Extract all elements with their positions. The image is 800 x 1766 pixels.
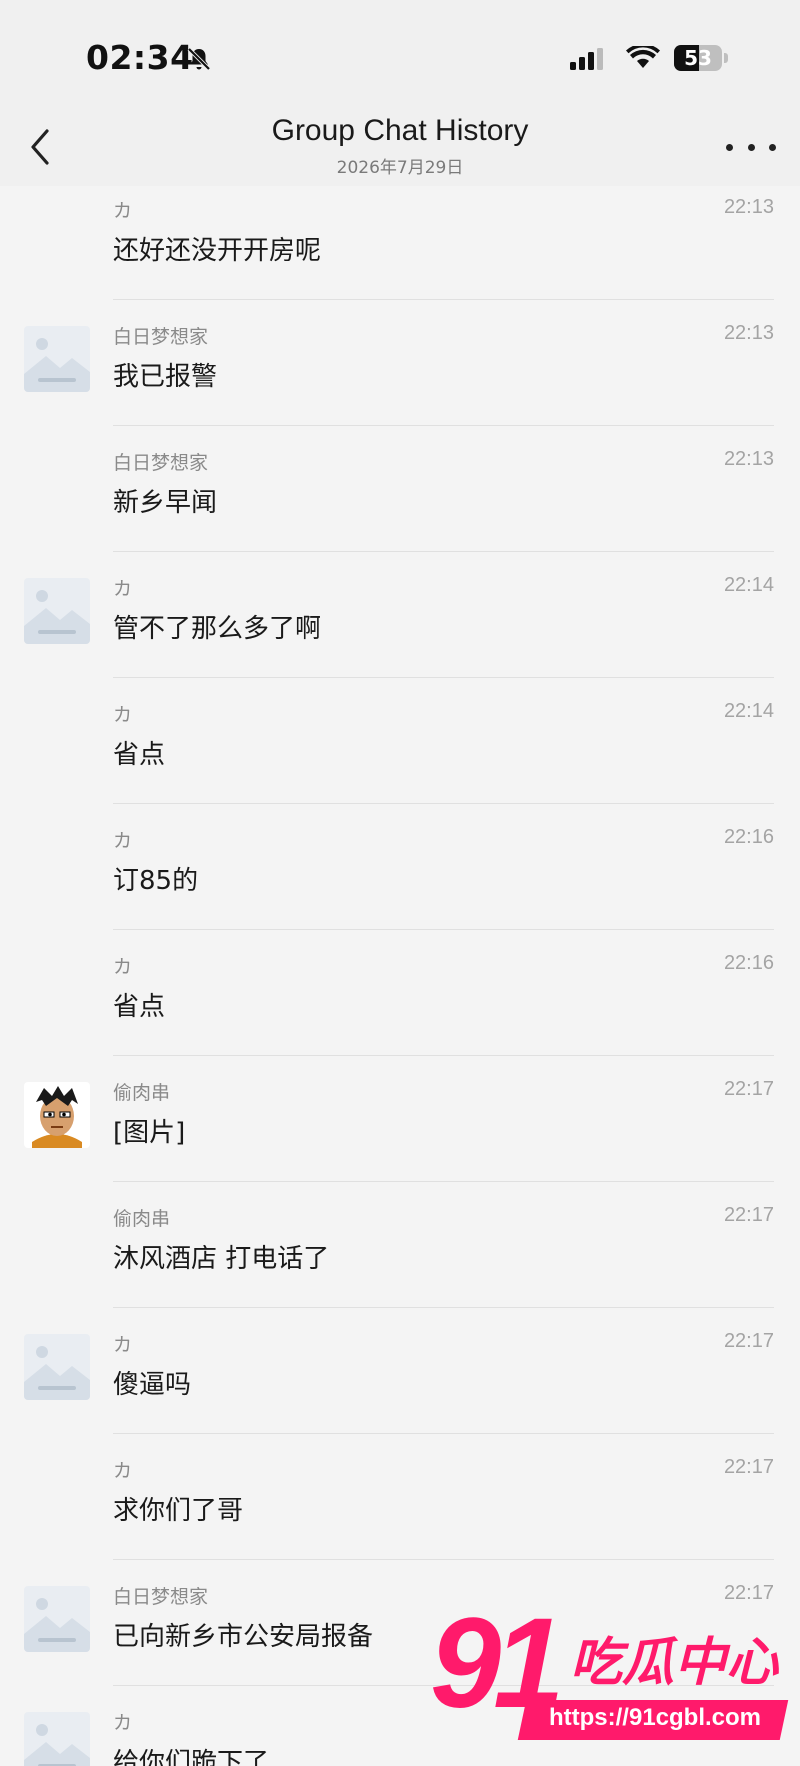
message-sender: カ <box>113 578 133 600</box>
message-sender: 白日梦想家 <box>113 452 209 474</box>
nav-bar: Group Chat History 2026年7月29日 <box>0 110 800 187</box>
page-title: Group Chat History <box>271 114 529 147</box>
message-time: 22:17 <box>723 1456 774 1478</box>
message-sender: 偷肉串 <box>113 1082 171 1104</box>
watermark-url: https://91cgbl.com <box>548 1704 762 1731</box>
message-sender: カ <box>113 830 133 852</box>
message-text: 还好还没开开房呢 <box>113 236 322 266</box>
status-bar: 02:34 53 <box>0 0 800 110</box>
message-sender: 白日梦想家 <box>113 326 209 348</box>
message-sender: カ <box>113 704 133 726</box>
message-item[interactable]: カ 22:17 傻逼吗 <box>0 1308 800 1434</box>
avatar-placeholder[interactable] <box>24 1586 90 1652</box>
message-item[interactable]: カ 22:17 求你们了哥 <box>0 1434 800 1560</box>
bell-off-icon <box>187 47 211 71</box>
message-text: 订85的 <box>113 866 199 896</box>
page-subtitle: 2026年7月29日 <box>336 158 464 178</box>
message-item[interactable]: カ 22:16 订85的 <box>0 804 800 930</box>
message-time: 22:17 <box>723 1204 774 1226</box>
more-button[interactable] <box>726 132 776 162</box>
message-time: 22:14 <box>723 574 774 596</box>
message-text: 给你们跪下了 <box>113 1748 270 1766</box>
message-time: 22:16 <box>723 826 774 848</box>
battery-cap <box>724 53 728 63</box>
message-time: 22:13 <box>723 322 774 344</box>
message-text: 新乡早闻 <box>113 488 218 518</box>
message-text: 沐风酒店 打电话了 <box>113 1244 330 1274</box>
more-dots-icon <box>726 143 733 151</box>
message-text: 管不了那么多了啊 <box>113 614 322 644</box>
status-time: 02:34 <box>86 38 194 77</box>
avatar-placeholder[interactable] <box>24 578 90 644</box>
message-sender: 偷肉串 <box>113 1208 171 1230</box>
message-sender: カ <box>113 200 133 222</box>
message-item[interactable]: カ 22:13 还好还没开开房呢 <box>0 186 800 300</box>
message-text: 已向新乡市公安局报备 <box>113 1622 374 1652</box>
message-item[interactable]: カ 22:14 省点 <box>0 678 800 804</box>
message-text: 我已报警 <box>113 362 218 392</box>
battery-icon: 53 <box>674 45 722 71</box>
message-text: 求你们了哥 <box>113 1496 244 1526</box>
message-time: 22:17 <box>723 1582 774 1604</box>
message-time: 22:17 <box>723 1078 774 1100</box>
avatar-placeholder[interactable] <box>24 1712 90 1766</box>
message-text: [图片] <box>113 1118 186 1148</box>
message-list-inner: カ 22:13 还好还没开开房呢 白日梦想家 22:13 我已报警 白日梦想家 22:13 新乡… <box>0 186 800 1766</box>
avatar-placeholder[interactable] <box>24 1334 90 1400</box>
message-item[interactable]: 白日梦想家 22:13 新乡早闻 <box>0 426 800 552</box>
message-sender: 白日梦想家 <box>113 1586 209 1608</box>
message-item[interactable]: 白日梦想家 22:13 我已报警 <box>0 300 800 426</box>
message-text: 省点 <box>113 992 166 1022</box>
avatar-placeholder[interactable] <box>24 326 90 392</box>
message-sender: カ <box>113 1334 133 1356</box>
message-sender: カ <box>113 1712 133 1734</box>
message-time: 22:13 <box>723 448 774 470</box>
message-item[interactable]: 偷肉串 22:17 [图片] <box>0 1056 800 1182</box>
message-text: 傻逼吗 <box>113 1370 192 1400</box>
watermark: 91 吃瓜中心 https://91cgbl.com <box>430 1592 792 1752</box>
watermark-brand: 吃瓜中心 <box>570 1633 779 1693</box>
message-time: 22:17 <box>723 1330 774 1352</box>
more-dots-icon <box>769 143 776 151</box>
message-text: 省点 <box>113 740 166 770</box>
message-time: 22:13 <box>723 196 774 218</box>
more-dots-icon <box>747 143 755 151</box>
message-sender: カ <box>113 956 133 978</box>
message-sender: カ <box>113 1460 133 1482</box>
battery-level: 53 <box>684 46 712 70</box>
message-item[interactable]: カ 22:14 管不了那么多了啊 <box>0 552 800 678</box>
message-time: 22:16 <box>723 952 774 974</box>
message-item[interactable]: カ 22:16 省点 <box>0 930 800 1056</box>
avatar-cartoon[interactable] <box>24 1082 90 1148</box>
message-list[interactable]: カ 22:13 还好还没开开房呢 白日梦想家 22:13 我已报警 白日梦想家 22:13 新乡… <box>0 186 800 1766</box>
wifi-icon <box>626 46 660 68</box>
signal-icon <box>570 48 603 70</box>
message-time: 22:14 <box>723 700 774 722</box>
message-item[interactable]: 偷肉串 22:17 沐风酒店 打电话了 <box>0 1182 800 1308</box>
